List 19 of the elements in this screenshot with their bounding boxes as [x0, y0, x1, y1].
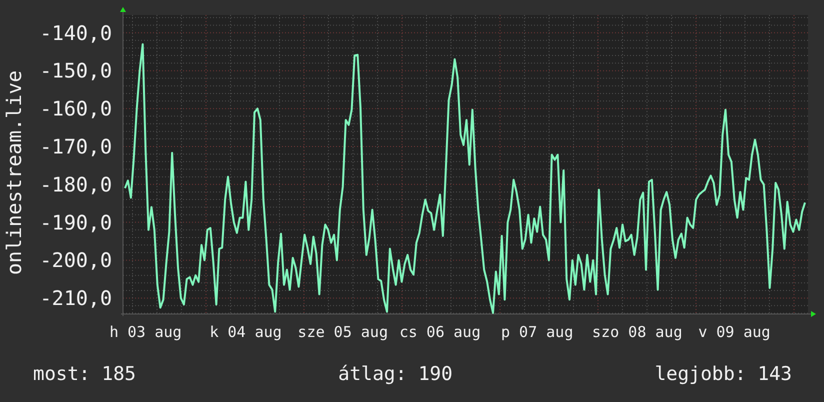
- axis-label: -190,0: [40, 210, 112, 234]
- axis-label: szo 08 aug: [592, 323, 682, 341]
- axis-label: p 07 aug: [501, 323, 574, 341]
- axis-label: -170,0: [40, 134, 112, 158]
- axis-title: onlinestream.live: [2, 70, 26, 275]
- axis-label: k 04 aug: [210, 323, 282, 341]
- axis-label: -210,0: [40, 286, 112, 310]
- axis-label: -160,0: [40, 96, 112, 121]
- stat-value: átlag: 190: [338, 363, 453, 385]
- stat-value: most: 185: [33, 363, 136, 385]
- axis-label: h 03 aug: [109, 323, 182, 341]
- axis-label: v 09 aug: [698, 323, 770, 341]
- axis-label: cs 06 aug: [399, 323, 481, 341]
- axis-label: -150,0: [40, 58, 112, 83]
- axis-label: -200,0: [40, 248, 112, 272]
- axis-label: -180,0: [40, 172, 112, 196]
- axis-label: -140,0: [40, 20, 112, 45]
- stat-value: legjobb: 143: [654, 363, 792, 385]
- axis-label: sze 05 aug: [298, 323, 388, 341]
